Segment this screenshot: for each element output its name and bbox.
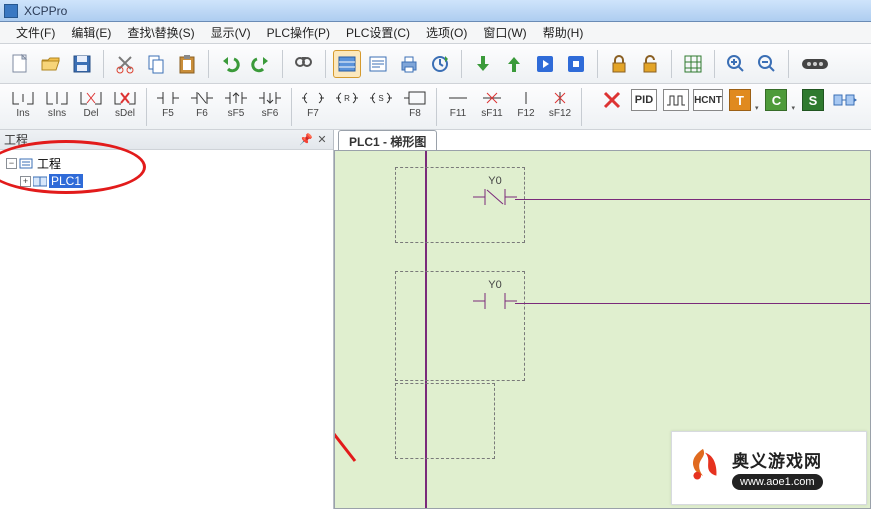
rung-wire-1 — [515, 199, 870, 200]
pin-icon[interactable]: 📌 — [299, 133, 313, 147]
cut-button[interactable] — [111, 50, 139, 78]
collapse-icon[interactable]: − — [6, 158, 17, 169]
svg-text:S: S — [378, 94, 383, 103]
redo-button[interactable] — [247, 50, 275, 78]
rung-selection-3 — [395, 383, 495, 459]
tab-plc1-ladder[interactable]: PLC1 - 梯形图 — [338, 130, 437, 150]
project-tree[interactable]: − 工程 + PLC1 — [0, 150, 333, 194]
tree-root[interactable]: − 工程 — [6, 154, 327, 172]
open-button[interactable] — [37, 50, 65, 78]
contact-nc-1[interactable]: Y0 — [473, 175, 517, 207]
menu-window[interactable]: 窗口(W) — [475, 22, 534, 43]
lad-sf11[interactable]: sF11 — [475, 86, 509, 119]
tree-root-label: 工程 — [35, 155, 63, 172]
tree-item-plc1-label: PLC1 — [49, 174, 83, 188]
lock-button[interactable] — [605, 50, 633, 78]
flame-icon — [680, 445, 726, 491]
instruction-view-button[interactable] — [364, 50, 392, 78]
watermark-logo: 奥义游戏网 www.aoe1.com — [671, 431, 867, 505]
lad-f6[interactable]: F6 — [185, 86, 219, 119]
toolbar-ladder: Ins sIns Del sDel F5 F6 sF5 sF6 F7 R S — [0, 84, 871, 130]
svg-text:R: R — [344, 94, 350, 103]
lad-sins[interactable]: sIns — [40, 86, 74, 119]
counter-button[interactable]: C — [762, 86, 790, 114]
pulse-button[interactable] — [662, 86, 690, 114]
contact-no-2[interactable]: Y0 — [473, 279, 517, 311]
pid-button[interactable]: PID — [630, 86, 658, 114]
lad-sf7-r[interactable]: R — [330, 86, 364, 119]
toolbar-main — [0, 44, 871, 84]
step-button[interactable]: S — [799, 86, 827, 114]
find-button[interactable] — [290, 50, 318, 78]
save-button[interactable] — [68, 50, 96, 78]
menu-view[interactable]: 显示(V) — [203, 22, 259, 43]
zoom-in-button[interactable] — [722, 50, 750, 78]
annotation-arrow — [334, 171, 375, 471]
watermark-title: 奥义游戏网 — [732, 447, 822, 472]
run-button[interactable] — [531, 50, 559, 78]
menu-file[interactable]: 文件(F) — [8, 22, 63, 43]
lad-sdel[interactable]: sDel — [108, 86, 142, 119]
expand-icon[interactable]: + — [20, 176, 31, 187]
tree-item-plc1[interactable]: + PLC1 — [6, 172, 327, 190]
menu-plccfg[interactable]: PLC设置(C) — [338, 22, 418, 43]
copy-button[interactable] — [142, 50, 170, 78]
menu-edit[interactable]: 编辑(E) — [63, 22, 119, 43]
app-icon — [4, 4, 18, 18]
block-button[interactable] — [831, 86, 859, 114]
chevron-down-icon[interactable]: ▾ — [755, 104, 759, 112]
new-button[interactable] — [6, 50, 34, 78]
lad-del[interactable]: Del — [74, 86, 108, 119]
plc-icon — [33, 175, 47, 187]
lad-f11[interactable]: F11 — [441, 86, 475, 119]
project-panel: 工程 📌 ✕ − 工程 + PLC1 — [0, 130, 334, 509]
connector-button[interactable] — [796, 50, 834, 78]
upload-button[interactable] — [500, 50, 528, 78]
unlock-button[interactable] — [636, 50, 664, 78]
stop-button[interactable] — [562, 50, 590, 78]
zoom-out-button[interactable] — [753, 50, 781, 78]
lad-f7[interactable]: F7 — [296, 86, 330, 119]
app-title: XCPPro — [24, 4, 67, 18]
paste-button[interactable] — [173, 50, 201, 78]
lad-f5[interactable]: F5 — [151, 86, 185, 119]
grid-button[interactable] — [679, 50, 707, 78]
hcnt-button[interactable]: HCNT — [694, 86, 722, 114]
undo-button[interactable] — [216, 50, 244, 78]
project-panel-header: 工程 📌 ✕ — [0, 130, 333, 150]
project-icon — [19, 157, 33, 169]
editor-tabstrip: PLC1 - 梯形图 — [334, 130, 871, 150]
lad-sf6[interactable]: sF6 — [253, 86, 287, 119]
title-bar: XCPPro — [0, 0, 871, 22]
refresh-button[interactable] — [426, 50, 454, 78]
project-panel-title: 工程 — [4, 131, 28, 148]
lad-ins[interactable]: Ins — [6, 86, 40, 119]
delete-rung-button[interactable] — [598, 86, 626, 114]
ladder-view-button[interactable] — [333, 50, 361, 78]
download-button[interactable] — [469, 50, 497, 78]
print-button[interactable] — [395, 50, 423, 78]
rung-wire-2 — [515, 303, 870, 304]
lad-sf7-s[interactable]: S — [364, 86, 398, 119]
menu-bar: 文件(F) 编辑(E) 查找\替换(S) 显示(V) PLC操作(P) PLC设… — [0, 22, 871, 44]
watermark-url: www.aoe1.com — [732, 474, 823, 490]
lad-f8[interactable]: F8 — [398, 86, 432, 119]
close-icon[interactable]: ✕ — [315, 133, 329, 147]
lad-sf5[interactable]: sF5 — [219, 86, 253, 119]
chevron-down-icon[interactable]: ▾ — [791, 104, 795, 112]
menu-search[interactable]: 查找\替换(S) — [119, 22, 202, 43]
lad-f12[interactable]: F12 — [509, 86, 543, 119]
timer-button[interactable]: T — [726, 86, 754, 114]
menu-option[interactable]: 选项(O) — [418, 22, 475, 43]
lad-sf12[interactable]: sF12 — [543, 86, 577, 119]
menu-help[interactable]: 帮助(H) — [535, 22, 592, 43]
menu-plcop[interactable]: PLC操作(P) — [259, 22, 338, 43]
